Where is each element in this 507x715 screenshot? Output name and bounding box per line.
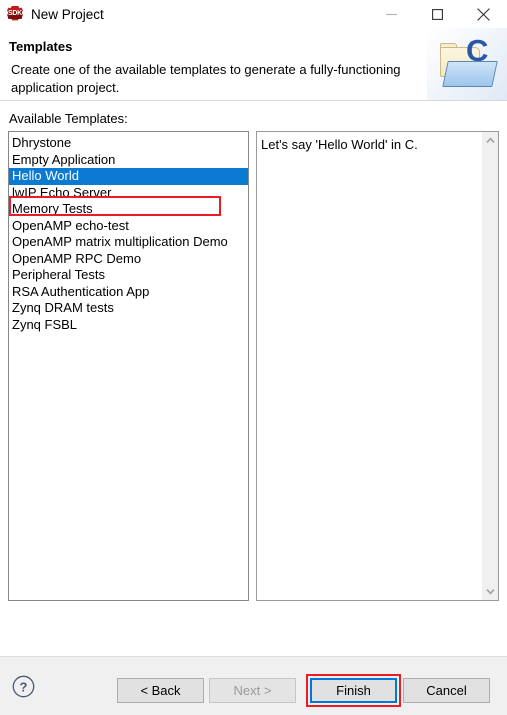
page-title: Templates [9, 39, 73, 54]
close-icon [476, 7, 490, 21]
help-circle-icon: ? [12, 675, 35, 698]
description-scrollbar[interactable] [481, 132, 498, 600]
close-button[interactable] [460, 0, 506, 28]
scroll-down-button[interactable] [482, 583, 498, 600]
dialog-header: Templates Create one of the available te… [0, 28, 507, 101]
help-button[interactable]: ? [12, 675, 35, 698]
window-title: New Project [31, 6, 104, 22]
template-list-item[interactable]: Zynq DRAM tests [9, 300, 248, 317]
cancel-button[interactable]: Cancel [403, 678, 490, 703]
template-list-item[interactable]: OpenAMP RPC Demo [9, 251, 248, 268]
maximize-button[interactable] [414, 0, 460, 28]
minimize-icon [385, 13, 397, 15]
c-project-folder-icon: C [427, 28, 507, 100]
chevron-up-icon [486, 137, 495, 143]
scroll-up-button[interactable] [482, 132, 498, 149]
page-description: Create one of the available templates to… [11, 62, 401, 95]
template-list-item[interactable]: Empty Application [9, 152, 248, 169]
chevron-down-icon [486, 589, 495, 595]
back-button[interactable]: < Back [117, 678, 204, 703]
template-list-item[interactable]: OpenAMP matrix multiplication Demo [9, 234, 248, 251]
template-list-item[interactable]: Zynq FSBL [9, 317, 248, 334]
folder-front-shape [442, 61, 498, 87]
templates-list[interactable]: Dhrystone Empty Application Hello World lwI… [9, 135, 248, 333]
template-list-item[interactable]: lwIP Echo Server [9, 185, 248, 202]
title-bar: SDK New Project [0, 0, 507, 28]
sdk-app-icon: SDK [7, 6, 23, 22]
template-list-item[interactable]: OpenAMP echo-test [9, 218, 248, 235]
finish-button[interactable]: Finish [310, 678, 397, 703]
template-list-item[interactable]: RSA Authentication App [9, 284, 248, 301]
maximize-icon [431, 8, 443, 20]
template-list-item[interactable]: Dhrystone [9, 135, 248, 152]
template-description-text: Let's say 'Hello World' in C. [261, 137, 418, 152]
dialog-content: Available Templates: Dhrystone Empty Appl… [0, 101, 507, 656]
next-button[interactable]: Next > [209, 678, 296, 703]
template-list-item[interactable]: Memory Tests [9, 201, 248, 218]
template-list-item[interactable]: Peripheral Tests [9, 267, 248, 284]
template-list-item[interactable]: Hello World [9, 168, 248, 185]
svg-text:?: ? [20, 679, 28, 694]
minimize-button[interactable] [368, 0, 414, 28]
template-description-box[interactable]: Let's say 'Hello World' in C. [256, 131, 499, 601]
available-templates-label: Available Templates: [9, 111, 128, 126]
sdk-icon-label: SDK [8, 10, 22, 17]
templates-list-box[interactable]: Dhrystone Empty Application Hello World lwI… [8, 131, 249, 601]
